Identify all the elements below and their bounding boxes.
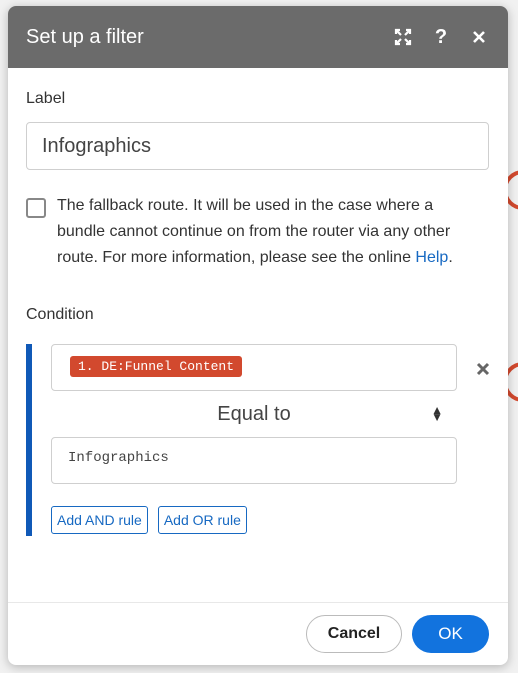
- help-icon[interactable]: ?: [430, 26, 452, 48]
- ok-button[interactable]: OK: [412, 615, 489, 653]
- help-link[interactable]: Help: [415, 249, 448, 266]
- cancel-button[interactable]: Cancel: [306, 615, 402, 653]
- add-or-rule-button[interactable]: Add OR rule: [157, 506, 247, 534]
- expand-icon[interactable]: [392, 26, 414, 48]
- fallback-route-checkbox[interactable]: [26, 198, 46, 218]
- dialog-footer: Cancel OK: [8, 602, 508, 665]
- remove-rule-icon[interactable]: [476, 356, 490, 382]
- condition-field-input[interactable]: 1. DE:Funnel Content: [51, 344, 457, 391]
- filter-dialog: Set up a filter ? Label Infographics The…: [8, 6, 508, 665]
- close-icon[interactable]: [468, 26, 490, 48]
- fallback-route-text: The fallback route. It will be used in t…: [57, 197, 451, 266]
- fallback-route-description: The fallback route. It will be used in t…: [57, 193, 482, 271]
- label-input[interactable]: Infographics: [26, 122, 489, 170]
- fallback-route-option: The fallback route. It will be used in t…: [26, 196, 490, 271]
- sort-arrows-icon: ▲ ▼: [431, 403, 443, 424]
- condition-title: Condition: [26, 306, 94, 323]
- label-field-title: Label: [26, 90, 66, 107]
- add-and-rule-button[interactable]: Add AND rule: [51, 506, 148, 534]
- dialog-title: Set up a filter: [26, 25, 144, 48]
- field-variable-pill[interactable]: 1. DE:Funnel Content: [70, 356, 243, 377]
- fallback-route-suffix: .: [448, 249, 453, 266]
- condition-rule-group: 1. DE:Funnel Content Equal to ▲ ▼ Infogra…: [26, 344, 496, 536]
- operator-select[interactable]: Equal to ▲ ▼: [51, 391, 457, 437]
- dialog-titlebar: Set up a filter ?: [8, 6, 508, 68]
- operator-value: Equal to: [217, 402, 291, 425]
- condition-value-input[interactable]: Infographics: [51, 437, 457, 484]
- rule-buttons: Add AND rule Add OR rule: [51, 506, 496, 534]
